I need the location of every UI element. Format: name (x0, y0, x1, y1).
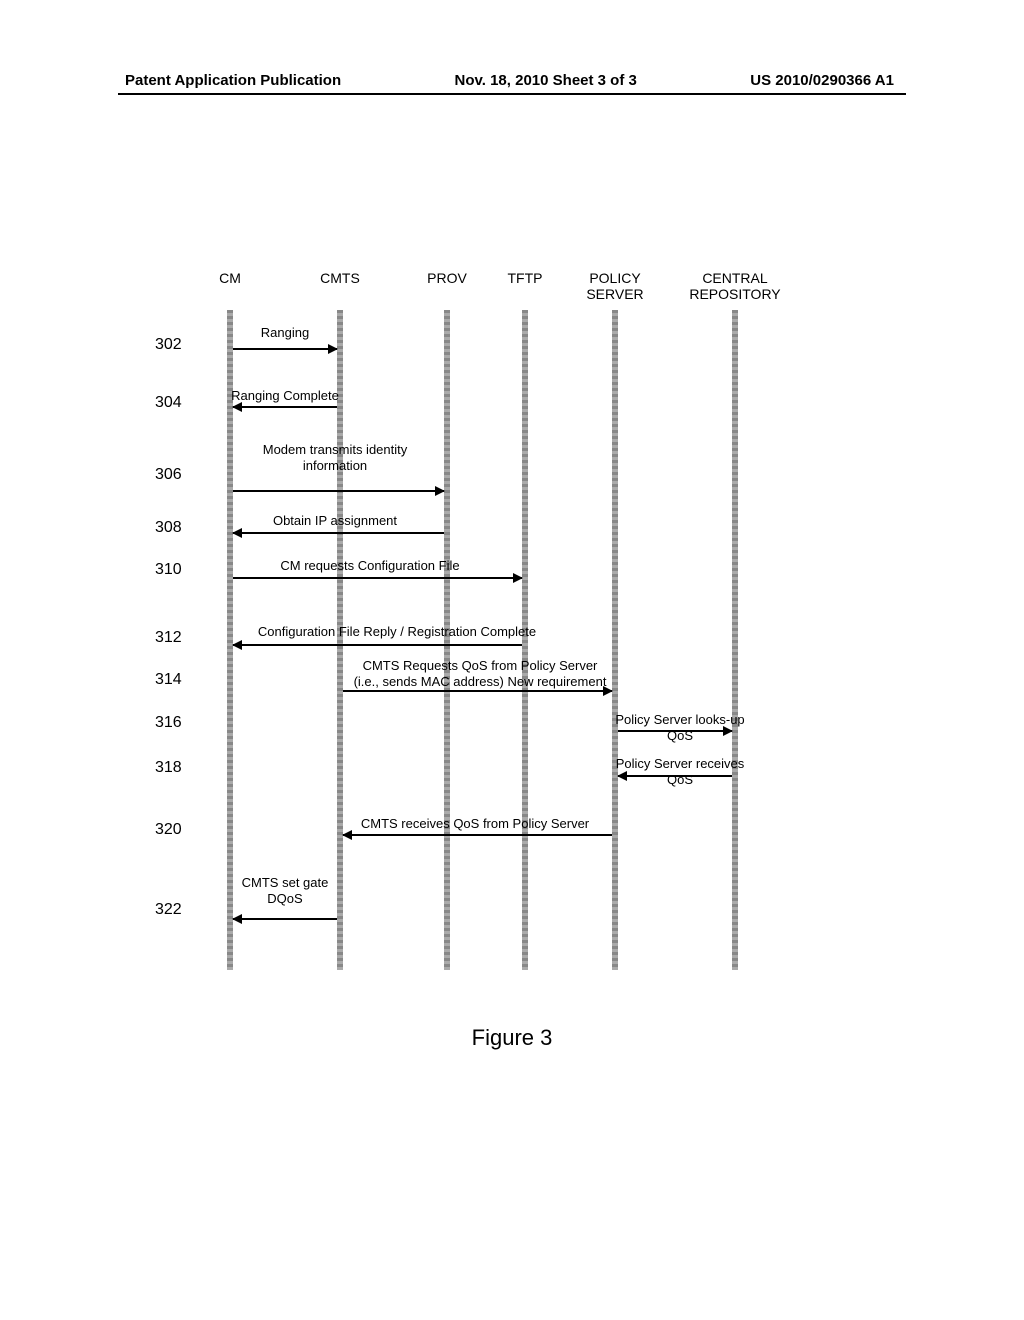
arrow-308 (233, 532, 444, 534)
message-label-312: Configuration File Reply / Registration … (258, 624, 536, 640)
page-header: Patent Application Publication Nov. 18, … (125, 72, 894, 89)
message-label-304: Ranging Complete (231, 388, 339, 404)
sequence-diagram: CM CMTS PROV TFTP POLICY SERVER CENTRAL … (155, 270, 835, 1000)
header-left: Patent Application Publication (125, 72, 341, 89)
actor-cmts: CMTS (320, 270, 360, 286)
step-number-306: 306 (155, 466, 182, 484)
message-label-310: CM requests Configuration File (280, 558, 459, 574)
arrow-306 (233, 490, 444, 492)
step-number-318: 318 (155, 759, 182, 777)
step-number-304: 304 (155, 394, 182, 412)
message-label-306: Modem transmits identity information (263, 442, 408, 473)
lifeline-repo (732, 310, 738, 970)
arrow-320 (343, 834, 612, 836)
arrow-302 (233, 348, 337, 350)
message-label-308: Obtain IP assignment (273, 513, 397, 529)
arrow-318 (618, 775, 732, 777)
arrow-322 (233, 918, 337, 920)
arrow-314 (343, 690, 612, 692)
actor-tftp: TFTP (508, 270, 543, 286)
message-label-320: CMTS receives QoS from Policy Server (361, 816, 589, 832)
arrow-304 (233, 406, 337, 408)
lifeline-policy (612, 310, 618, 970)
message-label-314: CMTS Requests QoS from Policy Server (i.… (354, 658, 607, 689)
step-number-320: 320 (155, 821, 182, 839)
step-number-310: 310 (155, 561, 182, 579)
actor-policy: POLICY SERVER (586, 270, 643, 302)
lifeline-prov (444, 310, 450, 970)
page: Patent Application Publication Nov. 18, … (0, 0, 1024, 1320)
lifeline-tftp (522, 310, 528, 970)
arrow-310 (233, 577, 522, 579)
actor-cm: CM (219, 270, 241, 286)
figure-caption: Figure 3 (0, 1025, 1024, 1051)
step-number-302: 302 (155, 336, 182, 354)
message-label-302: Ranging (261, 325, 309, 341)
step-number-312: 312 (155, 629, 182, 647)
arrow-316 (618, 730, 732, 732)
arrow-312 (233, 644, 522, 646)
lifeline-cmts (337, 310, 343, 970)
step-number-316: 316 (155, 714, 182, 732)
step-number-322: 322 (155, 901, 182, 919)
message-label-322: CMTS set gate DQoS (242, 875, 329, 906)
actor-repo: CENTRAL REPOSITORY (689, 270, 780, 302)
header-center: Nov. 18, 2010 Sheet 3 of 3 (455, 72, 637, 89)
header-right: US 2010/0290366 A1 (750, 72, 894, 89)
actor-prov: PROV (427, 270, 467, 286)
step-number-308: 308 (155, 519, 182, 537)
step-number-314: 314 (155, 671, 182, 689)
message-label-316: Policy Server looks-up QoS (603, 712, 758, 743)
header-divider (118, 93, 906, 95)
